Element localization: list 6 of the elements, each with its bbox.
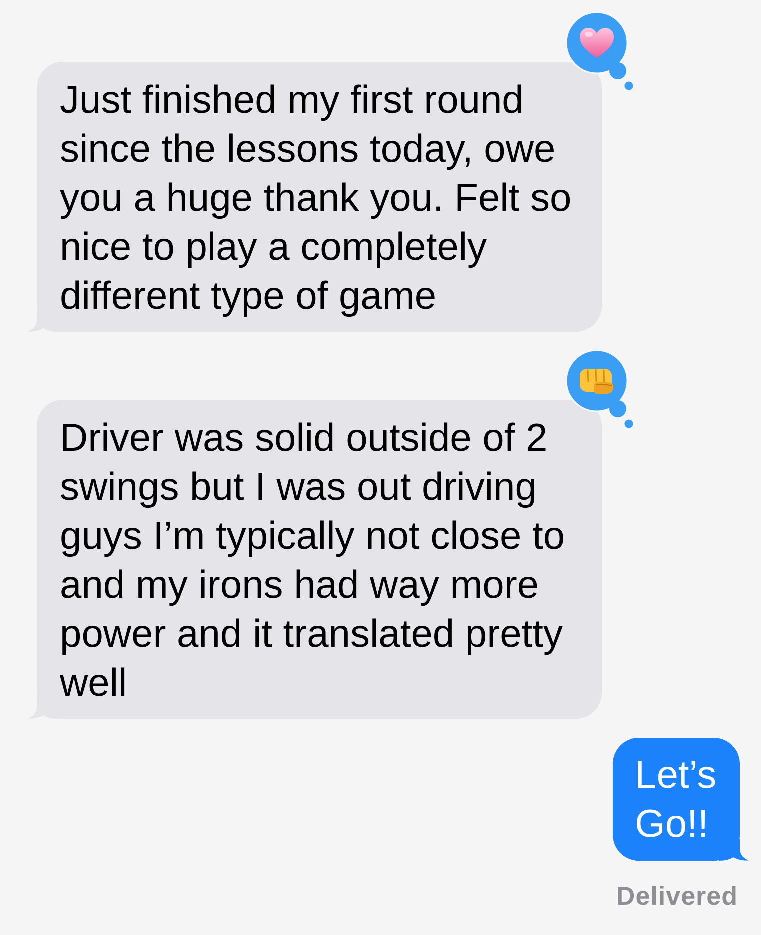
heart-tapback-icon[interactable] xyxy=(565,11,635,91)
fist-tapback-icon[interactable] xyxy=(565,349,635,429)
message-text: Just finished my first round since the lessons today, owe you a huge thank you. Felt so nice to play a completely different type of game xyxy=(60,78,573,320)
delivery-status: Delivered xyxy=(616,881,738,911)
message-text: Driver was solid outside of 2 swings but I was out driving guys I’m typically not close to and my irons had way more power and it translated pretty well xyxy=(60,416,566,707)
message-text: Let’s Go!! xyxy=(635,753,718,848)
